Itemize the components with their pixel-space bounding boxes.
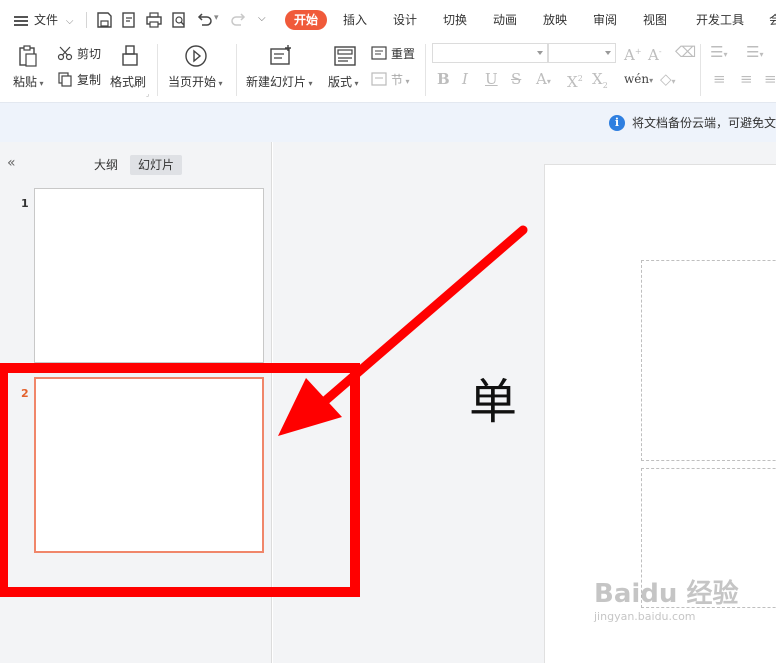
paste-label: 粘贴 — [13, 75, 38, 89]
clear-format-icon[interactable]: ⌫ — [675, 43, 696, 61]
layout-button[interactable]: 版式 ▾ — [328, 73, 359, 90]
italic-icon[interactable]: I — [462, 70, 468, 88]
tab-home[interactable]: 开始 — [285, 10, 327, 30]
paste-button[interactable]: 粘贴 ▾ — [13, 73, 44, 90]
new-slide-button[interactable]: 新建幻灯片 ▾ — [246, 73, 313, 90]
slide-thumbnail-pane: « 大纲 幻灯片 1 2 — [0, 142, 272, 663]
ribbon-toolbar: 粘贴 ▾ 剪切 复制 格式刷 ⌟ 当页开始 ▾ 新建幻灯片 ▾ 版式 ▾ 重置 … — [0, 40, 776, 102]
undo-icon[interactable] — [195, 11, 213, 29]
notification-text[interactable]: 将文档备份云端，可避免文 — [632, 115, 776, 131]
cloud-backup-notification: i 将文档备份云端，可避免文 — [0, 102, 776, 142]
superscript-icon[interactable]: X2 — [567, 70, 583, 91]
slide-title-text[interactable]: 单 — [469, 374, 517, 430]
tab-review[interactable]: 审阅 — [593, 10, 617, 30]
collapse-pane-icon[interactable]: « — [7, 156, 16, 170]
reset-button[interactable]: 重置 — [391, 45, 415, 62]
tab-developer[interactable]: 开发工具 — [696, 10, 744, 30]
format-painter-icon[interactable] — [119, 44, 141, 68]
tab-insert[interactable]: 插入 — [343, 10, 367, 30]
strikethrough-icon[interactable]: S — [511, 70, 521, 88]
tab-view[interactable]: 视图 — [643, 10, 667, 30]
chevron-down-icon — [605, 51, 611, 55]
slide-number: 1 — [21, 197, 29, 210]
paste-icon[interactable] — [16, 44, 40, 68]
subscript-icon[interactable]: X2 — [592, 70, 608, 95]
phonetic-guide-icon[interactable]: wén▾ — [624, 70, 653, 90]
print-icon[interactable] — [145, 11, 163, 29]
tab-transitions[interactable]: 切换 — [443, 10, 467, 30]
info-icon: i — [609, 115, 625, 131]
chevron-down-icon: ⌵ — [65, 16, 74, 27]
format-painter-button[interactable]: 格式刷 — [110, 73, 146, 90]
align-center-icon[interactable]: ≡ — [740, 70, 753, 88]
watermark-logo: Baidu 经验 — [594, 579, 739, 609]
baidu-watermark: Baidu 经验 jingyan.baidu.com — [594, 580, 738, 623]
title-placeholder[interactable] — [641, 260, 776, 461]
align-right-icon[interactable]: ≡ — [764, 70, 776, 88]
bullet-list-icon[interactable]: ☰▾ — [710, 43, 727, 64]
copy-button[interactable]: 复制 — [77, 71, 101, 88]
new-slide-label: 新建幻灯片 — [246, 75, 307, 89]
tab-outline[interactable]: 大纲 — [94, 155, 118, 175]
new-slide-icon[interactable] — [269, 44, 293, 68]
section-label: 节 — [391, 73, 404, 87]
highlight-icon[interactable]: ◇▾ — [660, 70, 676, 91]
slide-thumbnail-1[interactable] — [34, 188, 264, 363]
watermark-url: jingyan.baidu.com — [594, 610, 696, 623]
save-icon[interactable] — [95, 11, 113, 29]
main-menu-button[interactable]: 文件 ⌵ — [14, 10, 73, 32]
undo-dropdown-icon[interactable]: ▾ — [214, 13, 219, 23]
customize-toolbar-icon[interactable]: ⌵ — [258, 13, 266, 24]
underline-icon[interactable]: U — [485, 70, 498, 88]
play-from-current-icon[interactable] — [184, 44, 208, 68]
decrease-font-icon[interactable]: A- — [648, 43, 662, 64]
tab-slideshow[interactable]: 放映 — [543, 10, 567, 30]
chevron-down-icon — [537, 51, 543, 55]
align-left-icon[interactable]: ≡ — [713, 70, 726, 88]
tab-design[interactable]: 设计 — [393, 10, 417, 30]
tab-member[interactable]: 会 — [769, 10, 776, 30]
bold-icon[interactable]: B — [437, 70, 450, 88]
font-family-select[interactable] — [432, 43, 548, 63]
redo-icon[interactable] — [230, 11, 248, 29]
slide-thumbnail-2[interactable] — [34, 377, 264, 553]
from-current-label: 当页开始 — [168, 75, 217, 89]
menu-bar: 文件 ⌵ ▾ ⌵ 开始 插入 设计 切换 动画 放映 审阅 视图 开发工具 会 — [0, 0, 776, 40]
file-menu-label: 文件 — [34, 13, 59, 27]
section-button[interactable]: 节 ▾ — [391, 71, 410, 88]
font-size-select[interactable] — [548, 43, 616, 63]
tab-animations[interactable]: 动画 — [493, 10, 517, 30]
export-pdf-icon[interactable] — [120, 11, 138, 29]
section-icon[interactable] — [371, 71, 387, 87]
numbered-list-icon[interactable]: ☰▾ — [746, 43, 763, 64]
from-current-slide-button[interactable]: 当页开始 ▾ — [168, 73, 223, 90]
scissors-icon[interactable] — [57, 45, 73, 61]
tab-slides[interactable]: 幻灯片 — [130, 155, 183, 175]
layout-icon[interactable] — [333, 44, 357, 68]
hamburger-icon — [14, 15, 28, 26]
reset-icon[interactable] — [371, 45, 387, 61]
layout-label: 版式 — [328, 75, 353, 89]
cut-button[interactable]: 剪切 — [77, 45, 101, 62]
increase-font-icon[interactable]: A+ — [624, 43, 642, 64]
font-color-icon[interactable]: A▾ — [536, 70, 551, 91]
print-preview-icon[interactable] — [170, 11, 188, 29]
copy-icon[interactable] — [57, 71, 73, 87]
slide-number: 2 — [21, 387, 29, 400]
clipboard-dialog-launcher-icon[interactable]: ⌟ — [146, 90, 149, 98]
